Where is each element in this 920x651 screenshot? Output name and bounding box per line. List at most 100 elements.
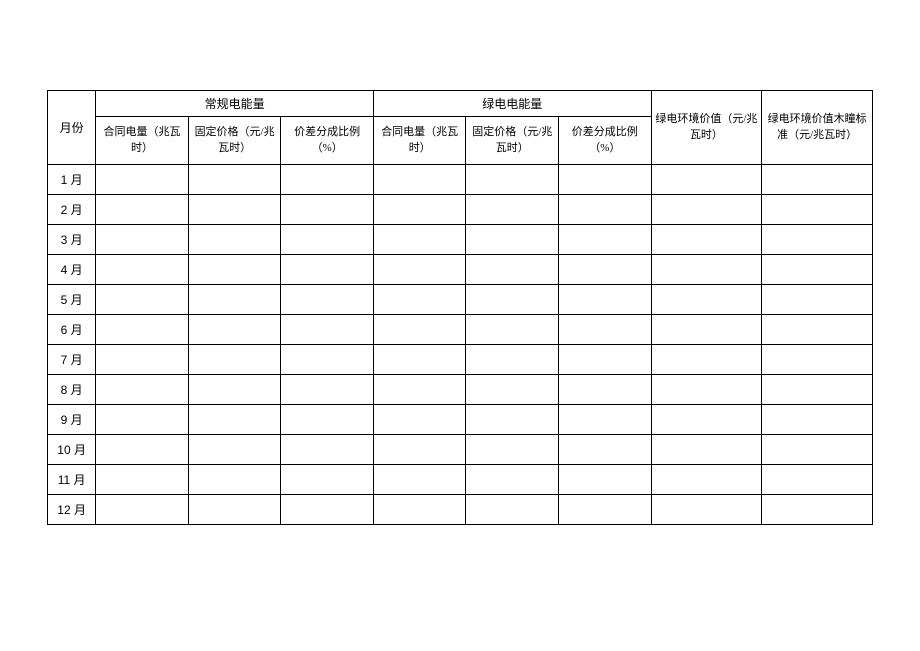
regular-contract-qty-cell <box>96 165 189 195</box>
env-value-cell <box>651 495 762 525</box>
regular-contract-qty-cell <box>96 465 189 495</box>
env-value-cell <box>651 435 762 465</box>
regular-fixed-price-cell <box>188 315 281 345</box>
green-diff-ratio-cell <box>559 285 652 315</box>
green-contract-qty-cell <box>373 225 466 255</box>
regular-contract-qty-cell <box>96 345 189 375</box>
env-value-std-cell <box>762 345 873 375</box>
month-cell: 12 月 <box>48 495 96 525</box>
table-body: 1 月2 月3 月4 月5 月6 月7 月8 月9 月10 月11 月12 月 <box>48 165 873 525</box>
green-contract-qty-cell <box>373 345 466 375</box>
green-diff-ratio-cell <box>559 165 652 195</box>
green-contract-qty-cell <box>373 315 466 345</box>
green-diff-ratio-cell <box>559 225 652 255</box>
regular-fixed-price-cell <box>188 405 281 435</box>
table-row: 3 月 <box>48 225 873 255</box>
green-fixed-price-cell <box>466 195 559 225</box>
green-fixed-price-cell <box>466 435 559 465</box>
green-diff-ratio-cell <box>559 435 652 465</box>
regular-diff-ratio-cell <box>281 165 374 195</box>
table-row: 5 月 <box>48 285 873 315</box>
table-row: 9 月 <box>48 405 873 435</box>
env-value-cell <box>651 255 762 285</box>
regular-fixed-price-cell <box>188 285 281 315</box>
green-diff-ratio-cell <box>559 405 652 435</box>
green-contract-qty-cell <box>373 255 466 285</box>
table-row: 4 月 <box>48 255 873 285</box>
env-value-std-cell <box>762 375 873 405</box>
regular-diff-ratio-cell <box>281 375 374 405</box>
regular-contract-qty-cell <box>96 495 189 525</box>
env-value-cell <box>651 285 762 315</box>
green-contract-qty-cell <box>373 495 466 525</box>
month-cell: 9 月 <box>48 405 96 435</box>
env-value-std-cell <box>762 465 873 495</box>
regular-contract-qty-cell <box>96 315 189 345</box>
env-value-std-cell <box>762 195 873 225</box>
header-month: 月份 <box>48 91 96 165</box>
green-fixed-price-cell <box>466 465 559 495</box>
green-fixed-price-cell <box>466 495 559 525</box>
table-row: 1 月 <box>48 165 873 195</box>
table-row: 10 月 <box>48 435 873 465</box>
header-env-value: 绿电环境价值（元/兆瓦时） <box>651 91 762 165</box>
regular-contract-qty-cell <box>96 285 189 315</box>
regular-diff-ratio-cell <box>281 195 374 225</box>
regular-contract-qty-cell <box>96 405 189 435</box>
green-fixed-price-cell <box>466 255 559 285</box>
env-value-cell <box>651 345 762 375</box>
month-cell: 10 月 <box>48 435 96 465</box>
regular-fixed-price-cell <box>188 225 281 255</box>
month-cell: 11 月 <box>48 465 96 495</box>
table-row: 12 月 <box>48 495 873 525</box>
header-regular-contract-qty: 合同电量（兆瓦时） <box>96 117 189 165</box>
env-value-cell <box>651 465 762 495</box>
regular-fixed-price-cell <box>188 195 281 225</box>
green-fixed-price-cell <box>466 165 559 195</box>
green-contract-qty-cell <box>373 405 466 435</box>
green-fixed-price-cell <box>466 345 559 375</box>
env-value-std-cell <box>762 405 873 435</box>
env-value-cell <box>651 165 762 195</box>
env-value-std-cell <box>762 495 873 525</box>
month-cell: 3 月 <box>48 225 96 255</box>
green-diff-ratio-cell <box>559 315 652 345</box>
regular-fixed-price-cell <box>188 495 281 525</box>
header-green-fixed-price: 固定价格（元/兆瓦时） <box>466 117 559 165</box>
regular-fixed-price-cell <box>188 465 281 495</box>
month-cell: 4 月 <box>48 255 96 285</box>
env-value-cell <box>651 225 762 255</box>
month-cell: 8 月 <box>48 375 96 405</box>
env-value-std-cell <box>762 285 873 315</box>
green-fixed-price-cell <box>466 285 559 315</box>
header-group-green: 绿电电能量 <box>373 91 651 117</box>
header-regular-fixed-price: 固定价格（元/兆瓦时） <box>188 117 281 165</box>
header-group-regular: 常规电能量 <box>96 91 374 117</box>
regular-contract-qty-cell <box>96 195 189 225</box>
regular-contract-qty-cell <box>96 375 189 405</box>
monthly-energy-table: 月份 常规电能量 绿电电能量 绿电环境价值（元/兆瓦时） 绿电环境价值木瞳标准（… <box>47 90 873 525</box>
regular-contract-qty-cell <box>96 255 189 285</box>
green-contract-qty-cell <box>373 285 466 315</box>
env-value-std-cell <box>762 165 873 195</box>
green-fixed-price-cell <box>466 405 559 435</box>
header-green-diff-ratio: 价差分成比例（%） <box>559 117 652 165</box>
regular-diff-ratio-cell <box>281 225 374 255</box>
regular-diff-ratio-cell <box>281 435 374 465</box>
table-row: 2 月 <box>48 195 873 225</box>
green-contract-qty-cell <box>373 435 466 465</box>
header-regular-diff-ratio: 价差分成比例（%） <box>281 117 374 165</box>
month-cell: 7 月 <box>48 345 96 375</box>
env-value-cell <box>651 195 762 225</box>
regular-fixed-price-cell <box>188 345 281 375</box>
env-value-std-cell <box>762 435 873 465</box>
env-value-cell <box>651 375 762 405</box>
green-contract-qty-cell <box>373 195 466 225</box>
month-cell: 5 月 <box>48 285 96 315</box>
regular-diff-ratio-cell <box>281 495 374 525</box>
env-value-std-cell <box>762 315 873 345</box>
env-value-std-cell <box>762 225 873 255</box>
regular-diff-ratio-cell <box>281 285 374 315</box>
month-cell: 6 月 <box>48 315 96 345</box>
regular-fixed-price-cell <box>188 375 281 405</box>
